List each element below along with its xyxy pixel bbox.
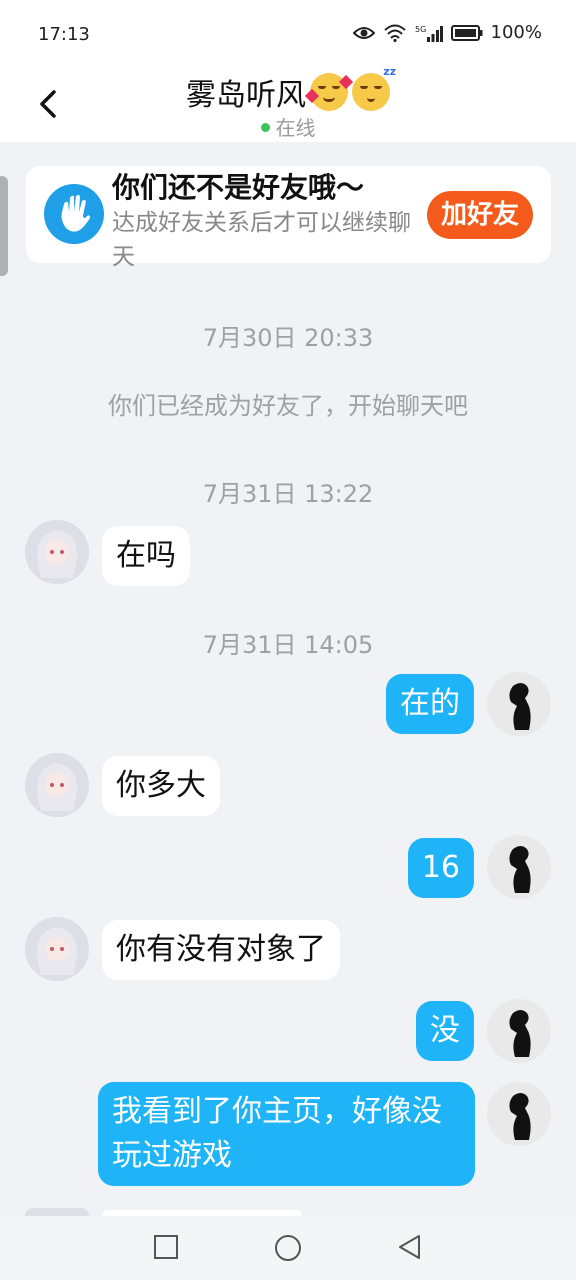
contact-avatar[interactable] bbox=[25, 520, 89, 584]
message-timestamp: 7月31日 14:05 bbox=[202, 631, 374, 659]
recent-apps-icon[interactable] bbox=[153, 1234, 179, 1260]
self-avatar[interactable] bbox=[487, 999, 551, 1063]
message-timestamp: 7月31日 13:22 bbox=[202, 480, 374, 508]
outgoing-message[interactable]: 我看到了你主页，好像没玩过游戏 bbox=[98, 1082, 475, 1186]
friend-notice-card: 你们还不是好友哦～ 达成好友关系后才可以继续聊天 加好友 bbox=[26, 166, 551, 270]
battery-percent: 100% bbox=[490, 22, 542, 43]
svg-text:5G: 5G bbox=[415, 25, 426, 34]
home-icon[interactable] bbox=[274, 1234, 302, 1262]
contact-avatar[interactable] bbox=[25, 753, 89, 817]
outgoing-message[interactable]: 16 bbox=[407, 838, 474, 898]
online-status-text: 在线 bbox=[275, 116, 316, 140]
status-bar: 17:13 5G 100% bbox=[0, 0, 576, 68]
self-avatar[interactable] bbox=[487, 835, 551, 899]
online-dot-icon bbox=[260, 123, 270, 132]
status-icons: 5G 100% bbox=[352, 22, 542, 43]
incoming-message[interactable]: 你有没有对象了 bbox=[102, 920, 340, 980]
message-timestamp: 7月30日 20:33 bbox=[202, 324, 374, 352]
sleeping-face-icon: zz bbox=[352, 65, 396, 111]
status-time: 17:13 bbox=[38, 24, 90, 45]
system-navigation-bar bbox=[0, 1216, 576, 1280]
back-icon[interactable] bbox=[397, 1234, 423, 1260]
outgoing-message[interactable]: 没 bbox=[416, 1001, 474, 1061]
hand-wave-icon bbox=[44, 184, 104, 244]
contact-name[interactable]: 雾岛听风 zz bbox=[186, 65, 396, 114]
notice-description: 达成好友关系后才可以继续聊天 bbox=[112, 210, 411, 270]
battery-icon bbox=[450, 24, 483, 41]
signal-5g-icon: 5G bbox=[415, 25, 443, 42]
chat-header: 雾岛听风 zz 在线 bbox=[0, 65, 576, 142]
contact-name-text: 雾岛听风 bbox=[186, 78, 306, 113]
contact-avatar[interactable] bbox=[25, 1208, 89, 1216]
scroll-handle[interactable] bbox=[0, 176, 8, 276]
contact-avatar[interactable] bbox=[25, 917, 89, 981]
wifi-icon bbox=[383, 24, 406, 42]
add-friend-button[interactable]: 加好友 bbox=[427, 191, 533, 239]
self-avatar[interactable] bbox=[487, 1082, 551, 1146]
system-message: 你们已经成为好友了，开始聊天吧 bbox=[108, 392, 468, 420]
notice-title: 你们还不是好友哦～ bbox=[112, 171, 365, 204]
online-status: 在线 bbox=[0, 112, 576, 141]
smiling-face-with-hearts-icon bbox=[304, 73, 354, 111]
outgoing-message[interactable]: 在的 bbox=[386, 674, 474, 734]
self-avatar[interactable] bbox=[487, 672, 551, 736]
incoming-message[interactable]: 你多大 bbox=[102, 756, 220, 816]
incoming-message[interactable]: 在吗 bbox=[102, 526, 190, 586]
eye-icon bbox=[352, 26, 375, 39]
